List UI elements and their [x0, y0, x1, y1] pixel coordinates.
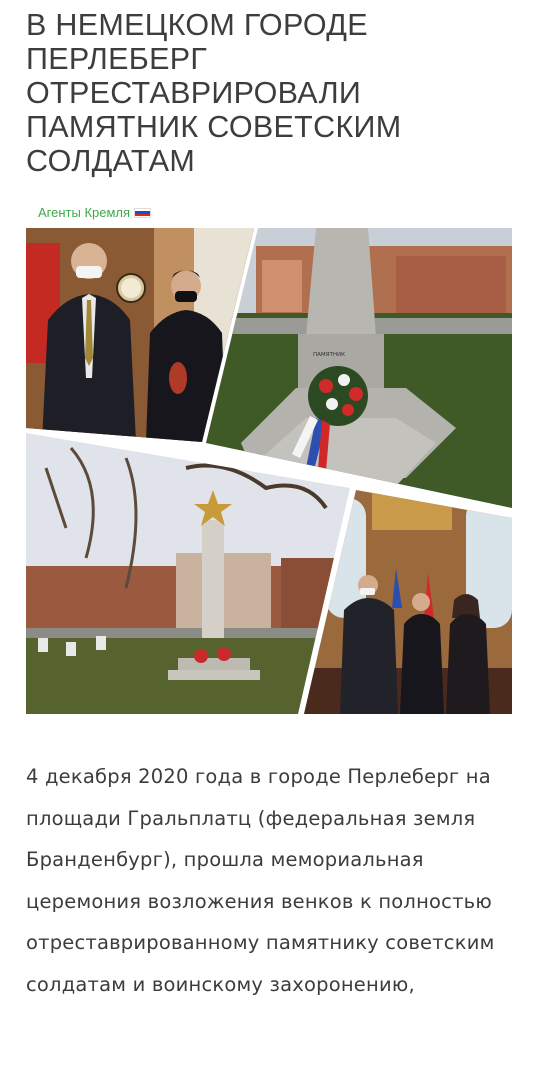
- svg-text:ПАМЯТНИК: ПАМЯТНИК: [313, 352, 345, 358]
- article-body: 4 декабря 2020 года в городе Перлеберг н…: [26, 765, 495, 996]
- photo-monument-wreath: ПАМЯТНИК: [206, 228, 512, 508]
- source-label: Агенты Кремля: [38, 205, 131, 220]
- russia-flag-icon: [134, 207, 152, 218]
- photo-collage[interactable]: ПАМЯТНИК: [26, 228, 512, 714]
- photo-obelisk-square: [26, 433, 350, 714]
- article-title: В НЕМЕЦКОМ ГОРОДЕ ПЕРЛЕБЕРГ ОТРЕСТАВРИРО…: [26, 8, 402, 178]
- source-link[interactable]: Агенты Кремля: [38, 205, 152, 220]
